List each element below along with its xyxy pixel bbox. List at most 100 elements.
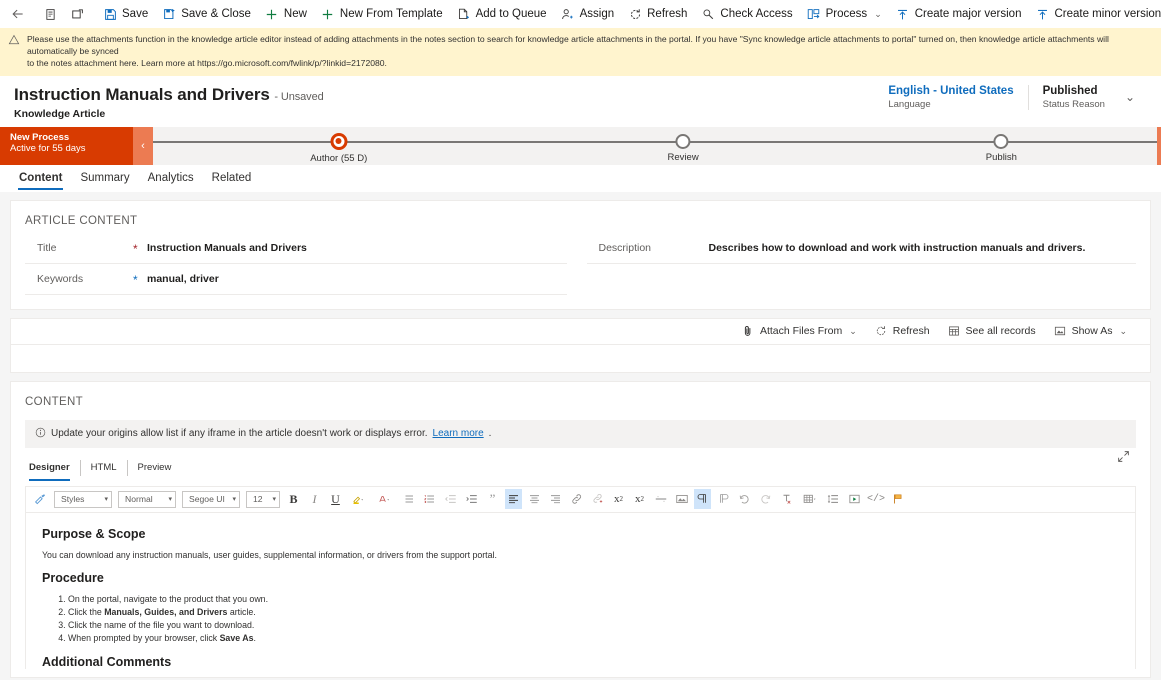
font-size-select[interactable]: 12 ▾ bbox=[246, 490, 280, 508]
title-field-value[interactable]: Instruction Manuals and Drivers bbox=[147, 242, 307, 254]
keywords-field-value[interactable]: manual, driver bbox=[147, 273, 219, 285]
origins-notice-learn-more-link[interactable]: Learn more bbox=[433, 428, 484, 439]
save-button[interactable]: Save bbox=[96, 0, 155, 28]
underline-button[interactable]: U bbox=[327, 489, 344, 509]
content-card: CONTENT Update your origins allow list i… bbox=[10, 380, 1151, 678]
editor-tab-html[interactable]: HTML bbox=[81, 458, 127, 478]
chevron-down-icon: ▾ bbox=[272, 496, 276, 504]
styles-select[interactable]: Styles ▾ bbox=[54, 490, 112, 508]
numbered-list-button[interactable] bbox=[421, 489, 438, 509]
bpf-process-badge[interactable]: New Process Active for 55 days bbox=[0, 126, 133, 165]
bpf-stage-publish[interactable]: Publish bbox=[986, 127, 1017, 163]
insert-link-button[interactable] bbox=[568, 489, 585, 509]
step-text: When prompted by your browser, click bbox=[68, 632, 220, 643]
bpf-stage-author[interactable]: Author (55 D) bbox=[310, 127, 367, 164]
bpf-collapse-button[interactable]: ‹ bbox=[133, 126, 153, 165]
editor-tab-preview[interactable]: Preview bbox=[128, 458, 182, 478]
decrease-indent-button[interactable] bbox=[442, 489, 459, 509]
chevron-down-icon: ⌄ bbox=[1119, 325, 1127, 336]
line-spacing-button[interactable] bbox=[825, 489, 842, 509]
add-to-queue-icon bbox=[457, 7, 471, 21]
bpf-stage-review[interactable]: Review bbox=[668, 127, 699, 163]
attach-files-from-button[interactable]: Attach Files From ⌄ bbox=[733, 325, 866, 338]
create-minor-version-button[interactable]: Create minor version bbox=[1028, 0, 1161, 28]
superscript-button[interactable]: x2 bbox=[610, 489, 627, 509]
paperclip-icon bbox=[742, 325, 755, 338]
source-code-button[interactable]: </> bbox=[867, 489, 885, 509]
new-from-template-button[interactable]: New From Template bbox=[314, 0, 450, 28]
header-left: Instruction Manuals and Drivers - Unsave… bbox=[14, 85, 874, 120]
grid-icon bbox=[948, 325, 961, 338]
format-select[interactable]: Normal ▾ bbox=[118, 490, 176, 508]
highlight-color-button[interactable] bbox=[348, 489, 370, 509]
process-button[interactable]: Process ⌄ bbox=[800, 0, 889, 28]
language-value[interactable]: English - United States bbox=[888, 85, 1013, 97]
tab-content[interactable]: Content bbox=[10, 165, 71, 192]
refresh-icon bbox=[875, 325, 888, 338]
tab-related[interactable]: Related bbox=[203, 165, 261, 192]
show-as-button[interactable]: Show As ⌄ bbox=[1045, 325, 1136, 338]
italic-button[interactable]: I bbox=[306, 489, 323, 509]
bpf-process-state: Active for 55 days bbox=[10, 143, 86, 155]
unsaved-indicator: - Unsaved bbox=[274, 90, 324, 103]
header-expand-chevron-down-icon[interactable]: ⌄ bbox=[1119, 90, 1147, 104]
assign-button[interactable]: Assign bbox=[554, 0, 622, 28]
language-field[interactable]: English - United States Language bbox=[874, 85, 1027, 110]
keywords-field-row[interactable]: Keywords * manual, driver bbox=[25, 264, 567, 295]
insert-table-button[interactable] bbox=[799, 489, 821, 509]
redo-button[interactable] bbox=[757, 489, 774, 509]
font-family-select[interactable]: Segoe UI ▾ bbox=[182, 490, 240, 508]
create-major-version-button[interactable]: Create major version bbox=[889, 0, 1029, 28]
align-right-button[interactable] bbox=[547, 489, 564, 509]
increase-indent-button[interactable] bbox=[463, 489, 480, 509]
warning-triangle-icon bbox=[8, 33, 20, 70]
add-to-queue-button[interactable]: Add to Queue bbox=[450, 0, 554, 28]
editor-tab-designer[interactable]: Designer bbox=[25, 458, 80, 481]
subscript-button[interactable]: x2 bbox=[631, 489, 648, 509]
ltr-direction-button[interactable] bbox=[694, 489, 711, 510]
tab-summary[interactable]: Summary bbox=[71, 165, 138, 192]
see-all-records-button[interactable]: See all records bbox=[939, 325, 1045, 338]
attachments-refresh-button[interactable]: Refresh bbox=[866, 325, 939, 338]
font-color-button[interactable] bbox=[374, 489, 396, 509]
tab-analytics[interactable]: Analytics bbox=[139, 165, 203, 192]
bulleted-list-button[interactable] bbox=[400, 489, 417, 509]
form-button[interactable] bbox=[36, 0, 64, 28]
article-procedure-list: On the portal, navigate to the product t… bbox=[42, 593, 1119, 645]
article-body-content[interactable]: Purpose & Scope You can download any ins… bbox=[26, 512, 1135, 669]
status-badge[interactable]: Published bbox=[1043, 85, 1105, 97]
remove-link-button[interactable] bbox=[589, 489, 606, 509]
attach-files-from-label: Attach Files From bbox=[759, 325, 843, 338]
blockquote-button[interactable]: ” bbox=[484, 489, 501, 509]
clear-format-button[interactable] bbox=[778, 489, 795, 509]
align-left-button[interactable] bbox=[505, 489, 522, 510]
refresh-button[interactable]: Refresh bbox=[621, 0, 694, 28]
new-button[interactable]: New bbox=[258, 0, 314, 28]
description-field-value[interactable]: Describes how to download and work with … bbox=[709, 242, 1086, 254]
popout-button[interactable] bbox=[64, 0, 92, 28]
plus-icon bbox=[321, 7, 335, 21]
title-field-row[interactable]: Title * Instruction Manuals and Drivers bbox=[25, 233, 567, 264]
back-button[interactable] bbox=[4, 0, 32, 28]
article-content-columns: Title * Instruction Manuals and Drivers … bbox=[11, 233, 1150, 295]
check-access-button[interactable]: Check Access bbox=[694, 0, 799, 28]
record-header: Instruction Manuals and Drivers - Unsave… bbox=[0, 75, 1161, 127]
undo-button[interactable] bbox=[736, 489, 753, 509]
status-reason-field[interactable]: Published Status Reason bbox=[1027, 84, 1119, 110]
save-and-close-button[interactable]: Save & Close bbox=[155, 0, 258, 28]
horizontal-rule-button[interactable] bbox=[652, 489, 669, 509]
align-center-button[interactable] bbox=[526, 489, 543, 509]
insert-video-button[interactable] bbox=[846, 489, 863, 509]
description-field-row[interactable]: Description Describes how to download an… bbox=[586, 233, 1136, 264]
format-painter-icon[interactable] bbox=[32, 489, 49, 509]
insert-image-button[interactable] bbox=[673, 489, 690, 509]
assign-person-icon bbox=[561, 7, 575, 21]
editor-tab-label: Preview bbox=[137, 462, 172, 474]
list-item: Click the Manuals, Guides, and Drivers a… bbox=[68, 606, 1119, 619]
bold-button[interactable]: B bbox=[285, 489, 302, 509]
expand-editor-button[interactable] bbox=[1117, 450, 1130, 468]
editor-tab-label: Designer bbox=[29, 462, 70, 474]
rtl-direction-button[interactable] bbox=[715, 489, 732, 509]
chevron-down-icon: ⌄ bbox=[849, 325, 857, 336]
insert-flag-button[interactable] bbox=[889, 489, 906, 509]
